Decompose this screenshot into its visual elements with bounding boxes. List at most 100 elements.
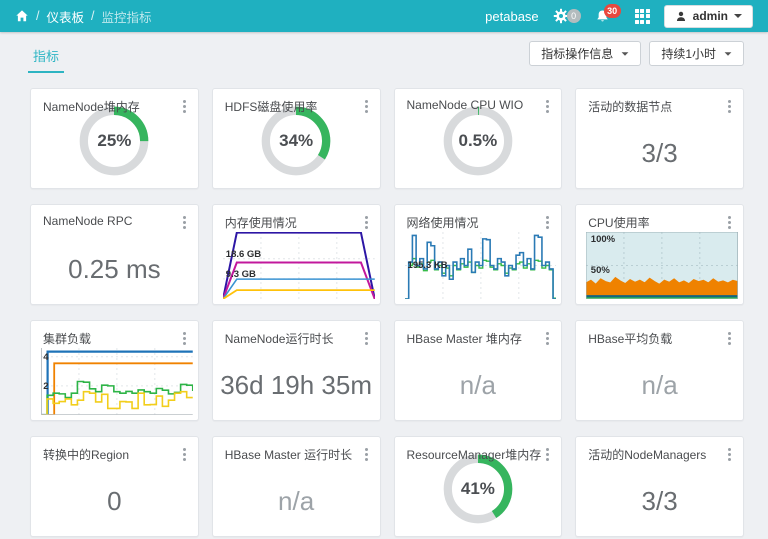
toolbar-buttons: 指标操作信息 持续1小时 [529,41,744,66]
metric-value: n/a [576,351,743,420]
metric-card: HBase平均负载 n/a [575,320,744,421]
card-header: HDFS磁盘使用率 [225,98,373,115]
card-header: 集群负载 [43,330,191,347]
card-header: 活动的数据节点 [588,98,736,115]
card-header: ResourceManager堆内存 [407,446,555,463]
kebab-menu-icon[interactable] [360,98,373,115]
metric-value: 3/3 [576,467,743,536]
chevron-down-icon [734,14,742,18]
metric-card: ResourceManager堆内存41% [394,436,563,537]
kebab-menu-icon[interactable] [723,98,736,115]
top-navigation-bar: / 仪表板 / 监控指标 petabase 0 [0,0,768,32]
metric-card: 转换中的Region 0 [30,436,199,537]
kebab-menu-icon[interactable] [723,446,736,463]
brand-label: petabase [485,9,539,24]
breadcrumb: / 仪表板 / 监控指标 [15,7,152,26]
card-title: 活动的数据节点 [588,98,672,115]
notifications-badge: 30 [604,4,621,18]
card-header: 内存使用情况 [225,214,373,231]
donut-gauge: 25% [77,104,151,178]
card-title: NameNode RPC [43,214,132,228]
metric-actions-label: 指标操作信息 [541,45,613,62]
metric-value: n/a [395,351,562,420]
metric-card: HDFS磁盘使用率34% [212,88,381,189]
card-title: ResourceManager堆内存 [407,446,542,463]
card-title: 转换中的Region [43,446,129,463]
card-title: HBase Master 堆内存 [407,330,522,347]
card-title: 活动的NodeManagers [588,446,706,463]
gauge-value-label: 25% [77,104,151,178]
card-header: HBase平均负载 [588,330,736,347]
card-title: CPU使用率 [588,214,649,231]
kebab-menu-icon[interactable] [723,214,736,231]
kebab-menu-icon[interactable] [360,330,373,347]
kebab-menu-icon[interactable] [178,330,191,347]
load-chart: 42 [41,348,193,415]
card-title: 内存使用情况 [225,214,297,231]
metric-card: CPU使用率100%50% [575,204,744,305]
metric-card: 集群负载42 [30,320,199,421]
card-header: NameNode RPC [43,214,191,231]
kebab-menu-icon[interactable] [541,214,554,231]
user-menu-button[interactable]: admin [664,5,753,28]
kebab-menu-icon[interactable] [178,214,191,231]
breadcrumb-dashboard-link[interactable]: 仪表板 [46,7,84,26]
tab-metrics[interactable]: 指标 [28,46,64,73]
kebab-menu-icon[interactable] [178,98,191,115]
donut-gauge: 41% [441,452,515,526]
metric-value: 0.25 ms [31,235,198,304]
metric-card: 网络使用情况195.3 KB [394,204,563,305]
donut-gauge: 0.5% [441,104,515,178]
user-icon [675,10,687,23]
cpu-chart: 100%50% [586,232,738,299]
metric-cards-grid: NameNode堆内存25%HDFS磁盘使用率34%NameNode CPU W… [30,88,744,537]
metric-card: NameNode RPC 0.25 ms [30,204,199,305]
card-header: 转换中的Region [43,446,191,463]
metric-card: NameNode运行时长 36d 19h 35m [212,320,381,421]
gauge-value-label: 34% [259,104,333,178]
topbar-right-cluster: petabase 0 [485,5,753,28]
metric-card: HBase Master 运行时长 n/a [212,436,381,537]
card-title: NameNode CPU WIO [407,98,524,112]
card-title: HBase Master 运行时长 [225,446,352,463]
metric-value: 0 [31,467,198,536]
card-title: HDFS磁盘使用率 [225,98,318,115]
kebab-menu-icon[interactable] [541,446,554,463]
metric-card: NameNode堆内存25% [30,88,199,189]
card-header: HBase Master 运行时长 [225,446,373,463]
donut-gauge: 34% [259,104,333,178]
metric-card: NameNode CPU WIO0.5% [394,88,563,189]
kebab-menu-icon[interactable] [178,446,191,463]
metric-actions-dropdown-button[interactable]: 指标操作信息 [529,41,641,66]
metric-card: HBase Master 堆内存 n/a [394,320,563,421]
settings-gear-icon[interactable]: 0 [553,8,581,24]
metric-card: 活动的数据节点 3/3 [575,88,744,189]
kebab-menu-icon[interactable] [541,330,554,347]
metric-value: 36d 19h 35m [213,351,380,420]
gauge-value-label: 41% [441,452,515,526]
metric-card: 内存使用情况18.6 GB9.3 GB [212,204,381,305]
home-icon[interactable] [15,9,29,23]
metric-card: 活动的NodeManagers 3/3 [575,436,744,537]
kebab-menu-icon[interactable] [541,98,554,115]
chevron-down-icon [725,52,732,55]
card-title: 集群负载 [43,330,91,347]
card-header: CPU使用率 [588,214,736,231]
kebab-menu-icon[interactable] [360,214,373,231]
chevron-down-icon [622,52,629,55]
apps-grid-icon[interactable] [635,9,650,24]
duration-dropdown-button[interactable]: 持续1小时 [649,41,744,66]
breadcrumb-separator: / [91,9,94,23]
gauge-value-label: 0.5% [441,104,515,178]
notifications-bell-icon[interactable]: 30 [595,9,621,24]
kebab-menu-icon[interactable] [360,446,373,463]
card-header: 活动的NodeManagers [588,446,736,463]
card-header: NameNode运行时长 [225,330,373,347]
card-header: NameNode堆内存 [43,98,191,115]
kebab-menu-icon[interactable] [723,330,736,347]
network-chart: 195.3 KB [405,232,557,299]
metric-value: n/a [213,467,380,536]
card-title: NameNode堆内存 [43,98,140,115]
toolbar: 指标 指标操作信息 持续1小时 [0,32,768,78]
metric-value: 3/3 [576,119,743,188]
